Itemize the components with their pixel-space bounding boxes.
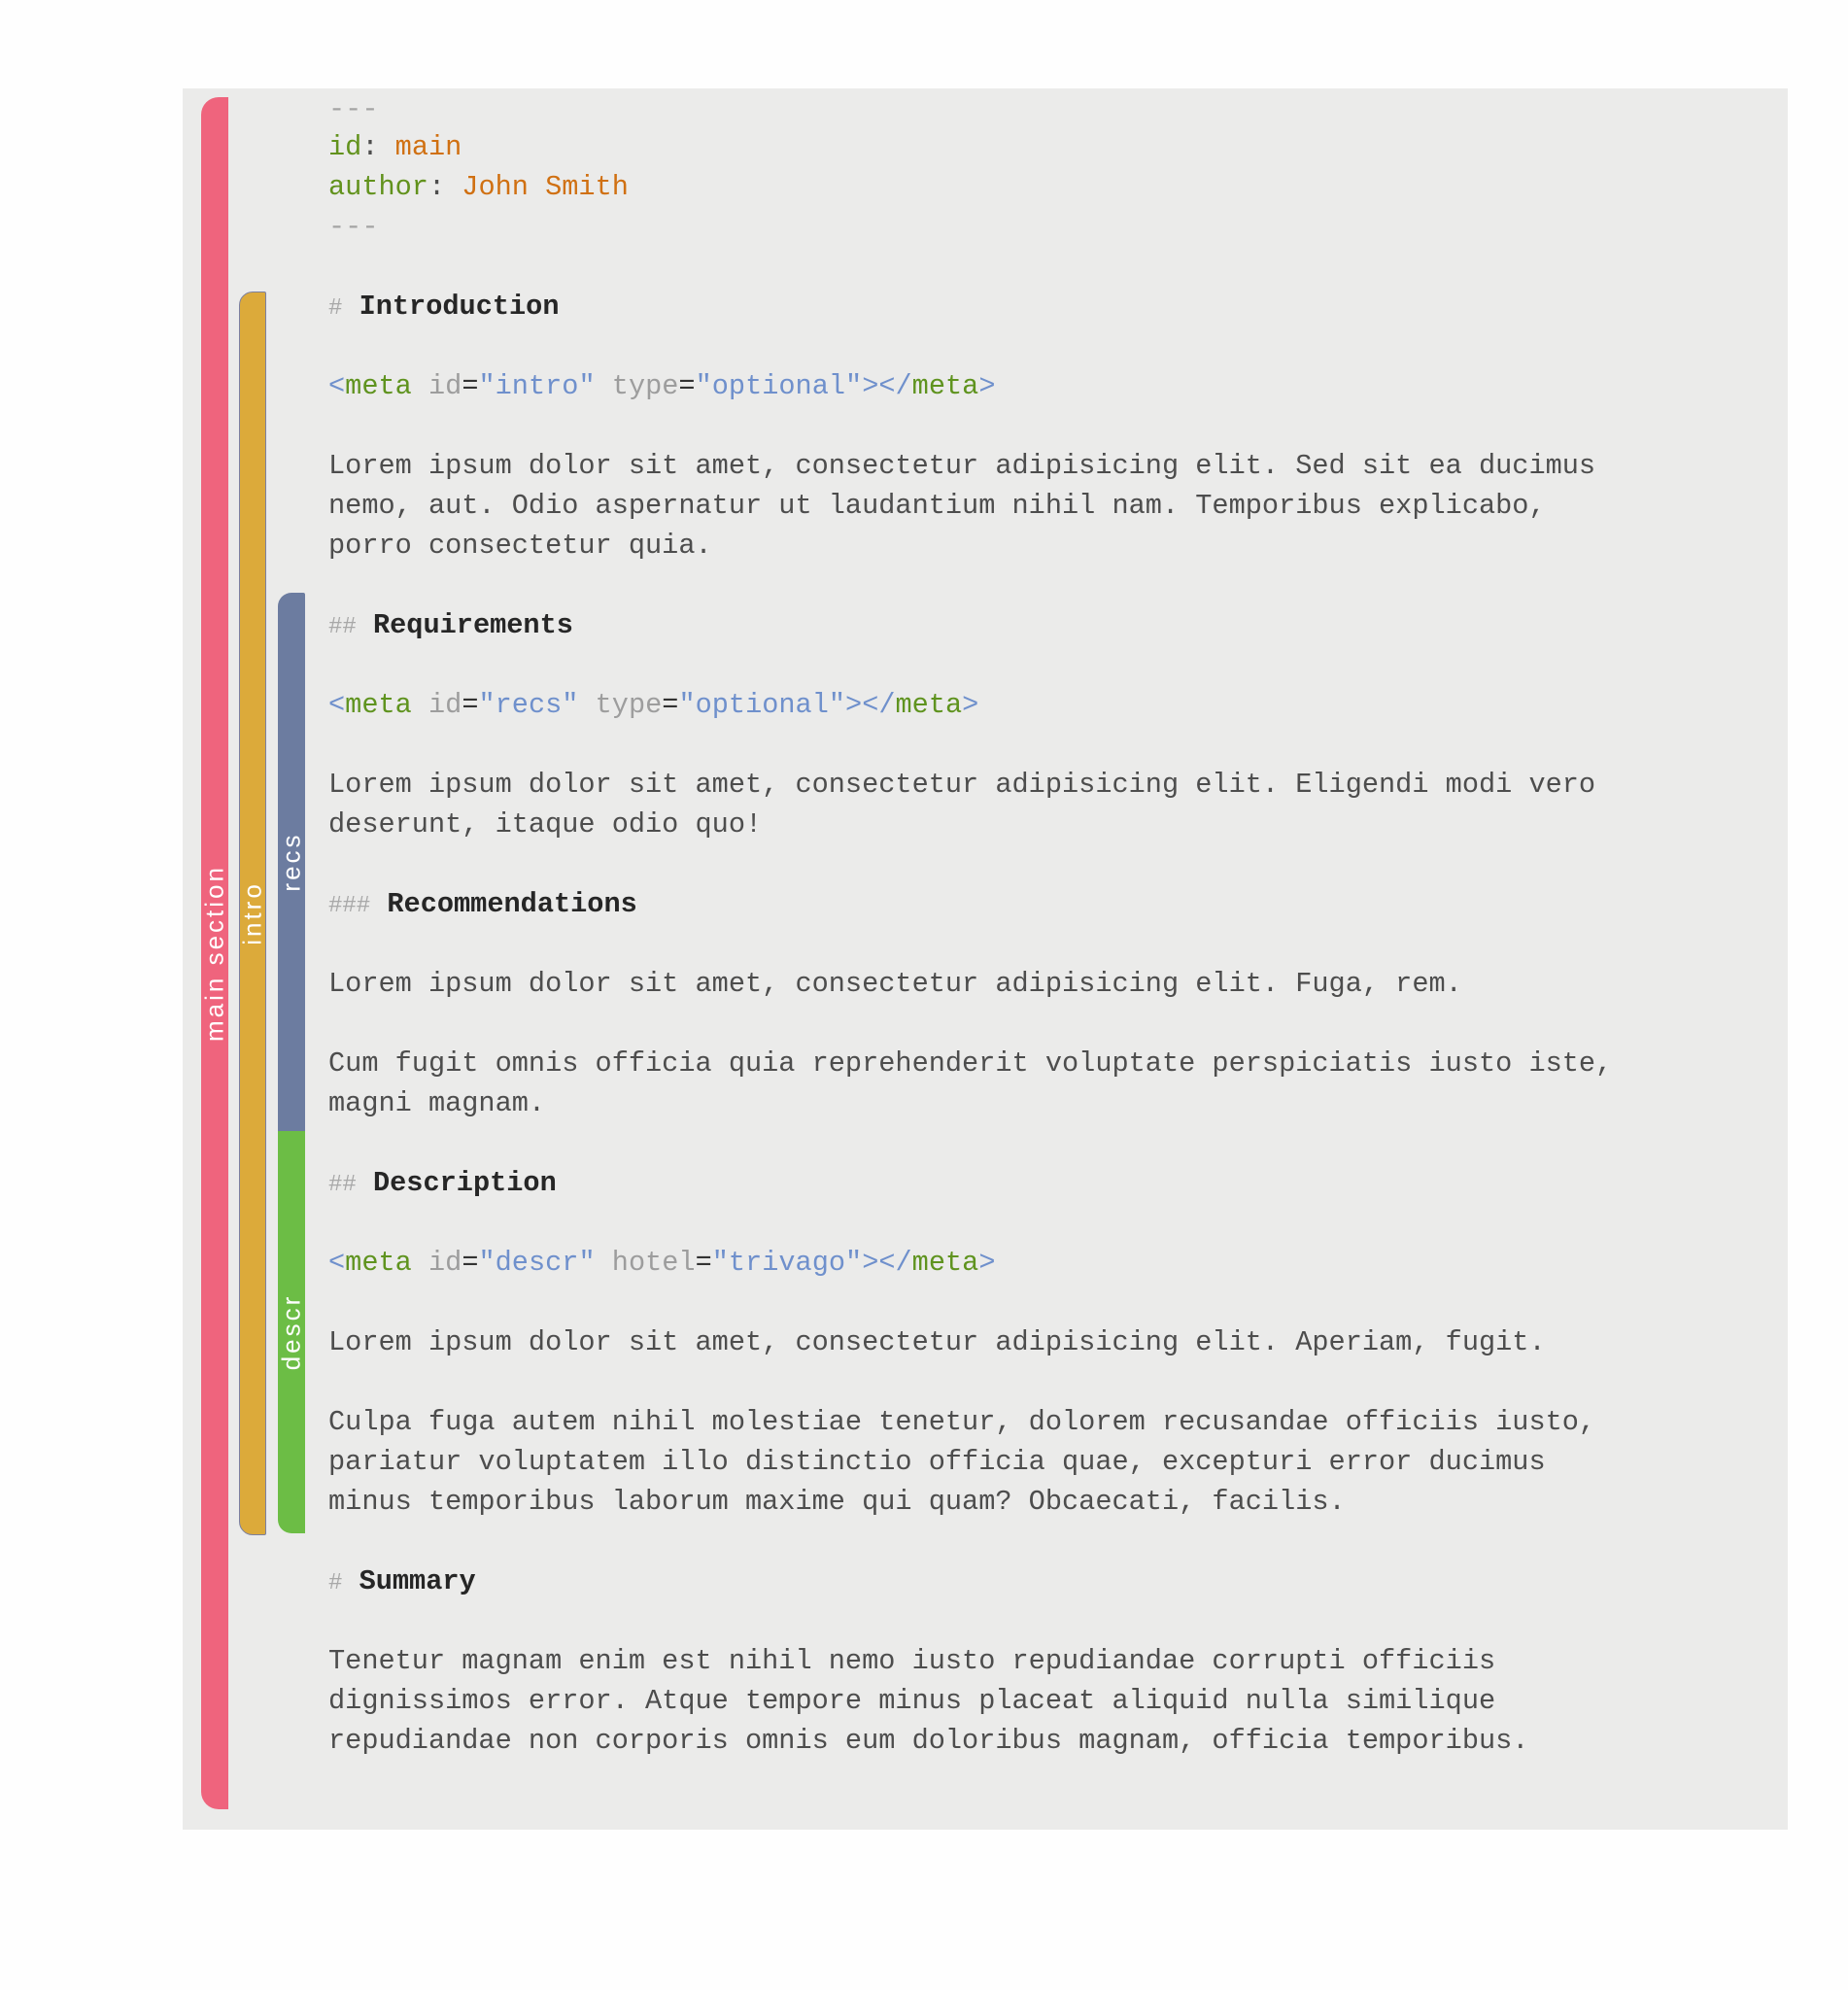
heading-text: Recommendations	[387, 888, 637, 920]
section-band-main: main section	[199, 97, 229, 1809]
paragraph-line: Tenetur magnam enim est nihil nemo iusto…	[328, 1645, 1496, 1677]
paragraph-line: minus temporibus laborum maxime qui quam…	[328, 1486, 1346, 1518]
paragraph-line: pariatur voluptatem illo distinctio offi…	[328, 1446, 1546, 1478]
heading-marker: ##	[328, 614, 357, 640]
section-band-recs: recs	[276, 593, 306, 1131]
heading-summary: # Summary	[328, 1561, 476, 1603]
frontmatter-delimiter: ---	[328, 211, 379, 243]
section-band-label: intro	[237, 881, 267, 945]
frontmatter-id-line: id: main	[328, 131, 462, 163]
heading-marker: ##	[328, 1172, 357, 1198]
paragraph-line: Lorem ipsum dolor sit amet, consectetur …	[328, 769, 1596, 801]
frontmatter-value: main	[394, 131, 462, 163]
meta-tag-line: <meta id="recs" type="optional"></meta>	[328, 689, 979, 721]
frontmatter-delimiter: ---	[328, 93, 379, 125]
frontmatter-key: id	[328, 131, 362, 163]
heading-requirements: ## Requirements	[328, 605, 573, 647]
section-band-label: recs	[276, 832, 306, 892]
paragraph-line: Lorem ipsum dolor sit amet, consectetur …	[328, 968, 1462, 1000]
paragraph-line: dignissimos error. Atque tempore minus p…	[328, 1685, 1496, 1717]
paragraph-line: magni magnam.	[328, 1087, 546, 1119]
paragraph-line: nemo, aut. Odio aspernatur ut laudantium…	[328, 490, 1546, 522]
frontmatter-key: author	[328, 171, 428, 203]
heading-text: Description	[372, 1167, 557, 1199]
paragraph-line: deserunt, itaque odio quo!	[328, 808, 763, 841]
heading-marker: #	[328, 1570, 343, 1596]
paragraph-line: repudiandae non corporis omnis eum dolor…	[328, 1725, 1529, 1757]
paragraph-line: porro consectetur quia.	[328, 530, 712, 562]
paragraph-line: Culpa fuga autem nihil molestiae tenetur…	[328, 1406, 1596, 1438]
heading-introduction: # Introduction	[328, 287, 560, 328]
meta-tag-line: <meta id="descr" hotel="trivago"></meta>	[328, 1247, 996, 1279]
heading-marker: ###	[328, 893, 371, 919]
frontmatter-value: John Smith	[462, 171, 629, 203]
paragraph-line: Cum fugit omnis officia quia reprehender…	[328, 1047, 1613, 1080]
section-band-intro: intro	[237, 292, 267, 1535]
heading-marker: #	[328, 295, 343, 322]
heading-text: Requirements	[372, 609, 573, 641]
paragraph-line: Lorem ipsum dolor sit amet, consectetur …	[328, 1326, 1546, 1358]
heading-description: ## Description	[328, 1163, 557, 1205]
meta-tag-line: <meta id="intro" type="optional"></meta>	[328, 370, 996, 402]
heading-recommendations: ### Recommendations	[328, 884, 637, 926]
section-band-label: descr	[276, 1293, 306, 1371]
paragraph-line: Lorem ipsum dolor sit amet, consectetur …	[328, 450, 1596, 482]
section-band-label: main section	[199, 865, 229, 1042]
heading-text: Introduction	[359, 291, 560, 323]
heading-text: Summary	[359, 1565, 476, 1597]
section-band-descr: descr	[276, 1131, 306, 1533]
frontmatter-author-line: author: John Smith	[328, 171, 629, 203]
